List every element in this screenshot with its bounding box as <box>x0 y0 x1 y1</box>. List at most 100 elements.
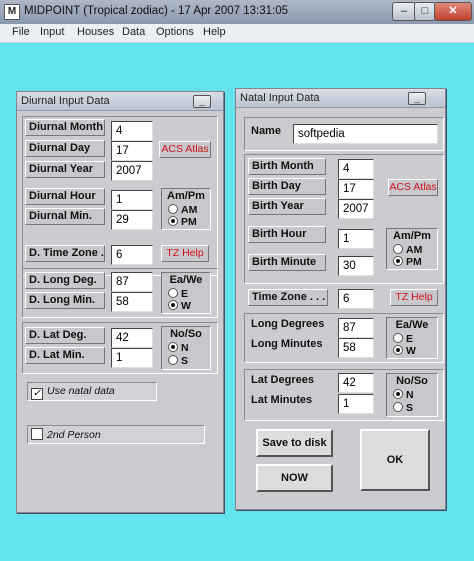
diurnal-lat-deg-label: D. Lat Deg. <box>25 327 105 344</box>
second-person-label: 2nd Person <box>47 429 101 441</box>
diurnal-e-option[interactable]: E <box>168 288 188 300</box>
use-natal-checkbox[interactable]: ✓ Use natal data <box>31 385 115 400</box>
diurnal-timezone-label: D. Time Zone . <box>25 245 105 262</box>
menu-help[interactable]: Help <box>203 26 226 38</box>
diurnal-year-input[interactable]: 2007 <box>111 161 153 181</box>
diurnal-day-input[interactable]: 17 <box>111 141 153 161</box>
now-button[interactable]: NOW <box>256 464 333 492</box>
natal-month-input[interactable]: 4 <box>338 159 374 179</box>
checkbox-checked-icon[interactable]: ✓ <box>31 388 43 400</box>
close-icon[interactable]: ✕ <box>434 2 472 21</box>
radio-selected-icon[interactable] <box>393 345 403 355</box>
natal-lat-min-input[interactable]: 1 <box>338 394 374 414</box>
radio-selected-icon[interactable] <box>168 342 178 352</box>
natal-window: Natal Input Data _ Name softpedia Birth … <box>235 88 446 510</box>
radio-selected-icon[interactable] <box>168 216 178 226</box>
menu-file[interactable]: File <box>12 26 30 38</box>
diurnal-lat-deg-input[interactable]: 42 <box>111 328 153 348</box>
diurnal-ampm-title: Am/Pm <box>167 190 205 202</box>
use-natal-checkbox-row[interactable]: ✓ Use natal data <box>27 382 157 401</box>
title-bar: M MIDPOINT (Tropical zodiac) - 17 Apr 20… <box>0 0 474 25</box>
natal-long-min-label: Long Minutes <box>251 338 323 350</box>
radio-selected-icon[interactable] <box>393 256 403 266</box>
diurnal-noso-title: No/So <box>170 328 202 340</box>
natal-acs-atlas-button[interactable]: ACS Atlas <box>388 179 438 196</box>
menu-houses[interactable]: Houses <box>77 26 114 38</box>
natal-day-input[interactable]: 17 <box>338 179 374 199</box>
natal-minimize-icon[interactable]: _ <box>408 92 426 105</box>
radio-icon[interactable] <box>168 355 178 365</box>
save-to-disk-button[interactable]: Save to disk <box>256 429 333 457</box>
maximize-icon[interactable]: □ <box>414 2 436 21</box>
natal-w-option[interactable]: W <box>393 345 416 357</box>
diurnal-tz-help-button[interactable]: TZ Help <box>161 245 209 262</box>
diurnal-hour-label: Diurnal Hour <box>25 188 105 205</box>
natal-timezone-label: Time Zone . . . <box>248 289 328 306</box>
diurnal-lat-min-input[interactable]: 1 <box>111 348 153 368</box>
natal-tz-help-button[interactable]: TZ Help <box>390 289 438 306</box>
natal-year-input[interactable]: 2007 <box>338 199 374 219</box>
radio-icon[interactable] <box>168 288 178 298</box>
diurnal-long-min-label: D. Long Min. <box>25 292 105 309</box>
menu-bar: File Input Houses Data Options Help <box>0 24 474 43</box>
natal-s-option[interactable]: S <box>393 402 413 414</box>
natal-w-label: W <box>406 345 416 357</box>
radio-selected-icon[interactable] <box>168 300 178 310</box>
diurnal-w-label: W <box>181 300 191 312</box>
natal-s-label: S <box>406 402 414 414</box>
diurnal-min-input[interactable]: 29 <box>111 210 153 230</box>
natal-lat-deg-label: Lat Degrees <box>251 374 314 386</box>
diurnal-hour-input[interactable]: 1 <box>111 190 153 210</box>
natal-eawe-group: Ea/We E W <box>386 317 438 359</box>
diurnal-lat-min-label: D. Lat Min. <box>25 347 105 364</box>
diurnal-acs-atlas-button[interactable]: ACS Atlas <box>159 141 211 158</box>
natal-timezone-input[interactable]: 6 <box>338 289 374 309</box>
diurnal-month-input[interactable]: 4 <box>111 121 153 141</box>
diurnal-am-label: AM <box>181 204 198 216</box>
diurnal-day-label: Diurnal Day <box>25 140 105 157</box>
ok-button[interactable]: OK <box>360 429 430 491</box>
natal-hour-input[interactable]: 1 <box>338 229 374 249</box>
natal-lat-min-label: Lat Minutes <box>251 394 313 406</box>
radio-icon[interactable] <box>168 204 178 214</box>
radio-selected-icon[interactable] <box>393 389 403 399</box>
radio-icon[interactable] <box>393 333 403 343</box>
diurnal-e-label: E <box>181 288 189 300</box>
second-person-checkbox-row[interactable]: 2nd Person <box>27 425 205 444</box>
diurnal-long-deg-input[interactable]: 87 <box>111 272 153 292</box>
diurnal-w-option[interactable]: W <box>168 300 191 312</box>
menu-input[interactable]: Input <box>40 26 64 38</box>
minimize-icon[interactable]: – <box>392 2 416 21</box>
menu-options[interactable]: Options <box>156 26 194 38</box>
diurnal-pm-label: PM <box>181 216 197 228</box>
diurnal-timezone-input[interactable]: 6 <box>111 245 153 265</box>
checkbox-icon[interactable] <box>31 428 43 440</box>
menu-data[interactable]: Data <box>122 26 145 38</box>
natal-minute-input[interactable]: 30 <box>338 256 374 276</box>
natal-eawe-title: Ea/We <box>395 319 429 331</box>
natal-e-option[interactable]: E <box>393 333 413 345</box>
diurnal-min-label: Diurnal Min. <box>25 208 105 225</box>
diurnal-s-option[interactable]: S <box>168 355 188 367</box>
diurnal-pm-option[interactable]: PM <box>168 216 197 228</box>
natal-name-input[interactable]: softpedia <box>293 124 438 144</box>
natal-year-label: Birth Year <box>248 198 326 215</box>
diurnal-am-option[interactable]: AM <box>168 204 197 216</box>
diurnal-ampm-group: Am/Pm AM PM <box>161 188 211 230</box>
second-person-checkbox[interactable]: 2nd Person <box>31 428 101 441</box>
radio-icon[interactable] <box>393 402 403 412</box>
natal-long-min-input[interactable]: 58 <box>338 338 374 358</box>
natal-lat-deg-input[interactable]: 42 <box>338 373 374 393</box>
natal-n-option[interactable]: N <box>393 389 414 401</box>
radio-icon[interactable] <box>393 244 403 254</box>
natal-noso-title: No/So <box>396 375 428 387</box>
natal-hour-label: Birth Hour <box>248 226 326 243</box>
diurnal-n-option[interactable]: N <box>168 342 189 354</box>
diurnal-minimize-icon[interactable]: _ <box>193 95 211 108</box>
diurnal-long-min-input[interactable]: 58 <box>111 292 153 312</box>
natal-long-deg-input[interactable]: 87 <box>338 318 374 338</box>
app-window: M MIDPOINT (Tropical zodiac) - 17 Apr 20… <box>0 0 474 561</box>
diurnal-month-label: Diurnal Month <box>25 119 105 136</box>
natal-am-option[interactable]: AM <box>393 244 422 256</box>
natal-pm-option[interactable]: PM <box>393 256 422 268</box>
